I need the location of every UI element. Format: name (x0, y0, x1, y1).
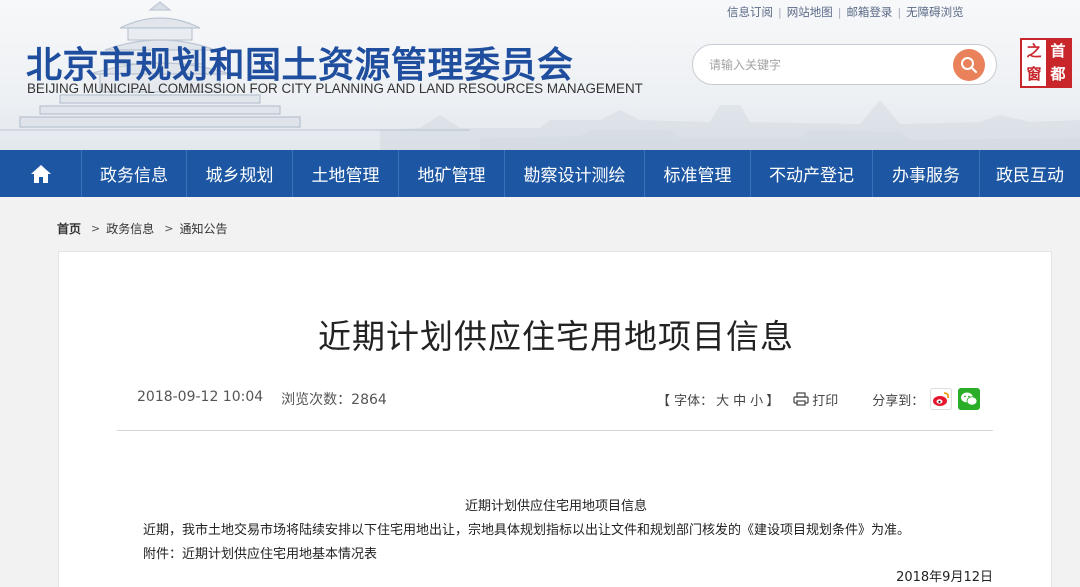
breadcrumb: 首页 > 政务信息 > 通知公告 (57, 220, 227, 237)
publish-datetime: 2018-09-12 10:04 (137, 389, 264, 405)
top-links: 信息订阅 | 网站地图 | 邮箱登录 | 无障碍浏览 (722, 4, 969, 20)
logo-char: 都 (1046, 63, 1070, 86)
nav-services[interactable]: 办事服务 (873, 150, 980, 197)
nav-home[interactable] (0, 150, 82, 197)
logo-char: 首 (1046, 40, 1070, 63)
content-paragraph: 近期，我市土地交易市场将陆续安排以下住宅用地出让，宗地具体规划指标以出让文件和规… (143, 523, 911, 538)
weibo-share-button[interactable] (930, 388, 953, 410)
print-label: 打印 (812, 393, 839, 409)
font-size-label: 【 字体： (657, 393, 714, 409)
font-size-large[interactable]: 大 (715, 390, 730, 409)
top-link-sitemap[interactable]: 网站地图 (782, 4, 838, 20)
nav-land-management[interactable]: 土地管理 (293, 150, 399, 197)
top-link-mail-login[interactable]: 邮箱登录 (841, 4, 897, 20)
view-count: 浏览次数：2864 (281, 392, 387, 408)
wechat-icon (961, 392, 978, 406)
breadcrumb-notices[interactable]: 通知公告 (179, 220, 227, 237)
article-card: 近期计划供应住宅用地项目信息 2018-09-12 10:04 浏览次数：286… (58, 251, 1052, 587)
site-header: 信息订阅 | 网站地图 | 邮箱登录 | 无障碍浏览 北京市规划和国土资源管理委… (0, 0, 1080, 150)
attachment-link[interactable]: 附件：近期计划供应住宅用地基本情况表 (143, 543, 377, 562)
logo-char: 之 (1026, 42, 1042, 60)
content-heading: 近期计划供应住宅用地项目信息 (464, 499, 647, 514)
printer-icon (793, 392, 809, 406)
capital-window-logo[interactable]: 之 首 窗 都 (1020, 38, 1072, 88)
site-subtitle: BEIJING MUNICIPAL COMMISSION FOR CITY PL… (27, 81, 643, 96)
top-link-accessibility[interactable]: 无障碍浏览 (901, 4, 969, 20)
search-box (692, 44, 997, 85)
breadcrumb-government-info[interactable]: 政务信息 (106, 220, 154, 237)
article-meta: 2018-09-12 10:04 浏览次数：2864 (137, 389, 387, 409)
search-icon (961, 57, 978, 74)
top-link-subscribe[interactable]: 信息订阅 (722, 4, 778, 20)
weibo-icon (933, 392, 950, 406)
share-bar: 分享到： (872, 388, 981, 410)
print-button[interactable]: 打印 (793, 390, 838, 409)
share-label: 分享到： (872, 393, 925, 409)
search-button[interactable] (953, 49, 985, 81)
article-title: 近期计划供应住宅用地项目信息 (318, 317, 794, 356)
nav-mineral-management[interactable]: 地矿管理 (399, 150, 505, 197)
breadcrumb-home[interactable]: 首页 (57, 220, 81, 237)
logo-char: 窗 (1026, 65, 1042, 83)
main-nav: 政务信息 城乡规划 土地管理 地矿管理 勘察设计测绘 标准管理 不动产登记 办事… (0, 150, 1080, 197)
nav-standards[interactable]: 标准管理 (645, 150, 751, 197)
wechat-share-button[interactable] (958, 388, 981, 410)
nav-survey-design[interactable]: 勘察设计测绘 (505, 150, 645, 197)
chevron-right-icon: > (164, 222, 174, 235)
nav-real-estate-registration[interactable]: 不动产登记 (751, 150, 873, 197)
chevron-right-icon: > (91, 222, 101, 235)
font-size-label-end: 】 (766, 393, 780, 409)
home-icon (30, 164, 51, 183)
font-size-control: 【 字体： 大 中 小 】 (657, 390, 779, 409)
font-size-medium[interactable]: 中 (732, 390, 747, 409)
font-size-small[interactable]: 小 (749, 390, 764, 409)
nav-public-interaction[interactable]: 政民互动 (980, 150, 1080, 197)
nav-government-info[interactable]: 政务信息 (82, 150, 187, 197)
nav-urban-rural-planning[interactable]: 城乡规划 (187, 150, 293, 197)
divider (117, 430, 993, 431)
article-tools: 【 字体： 大 中 小 】 打印 分享到： (657, 387, 981, 411)
search-input[interactable] (709, 54, 939, 76)
signed-date: 2018年9月12日 (896, 570, 993, 585)
